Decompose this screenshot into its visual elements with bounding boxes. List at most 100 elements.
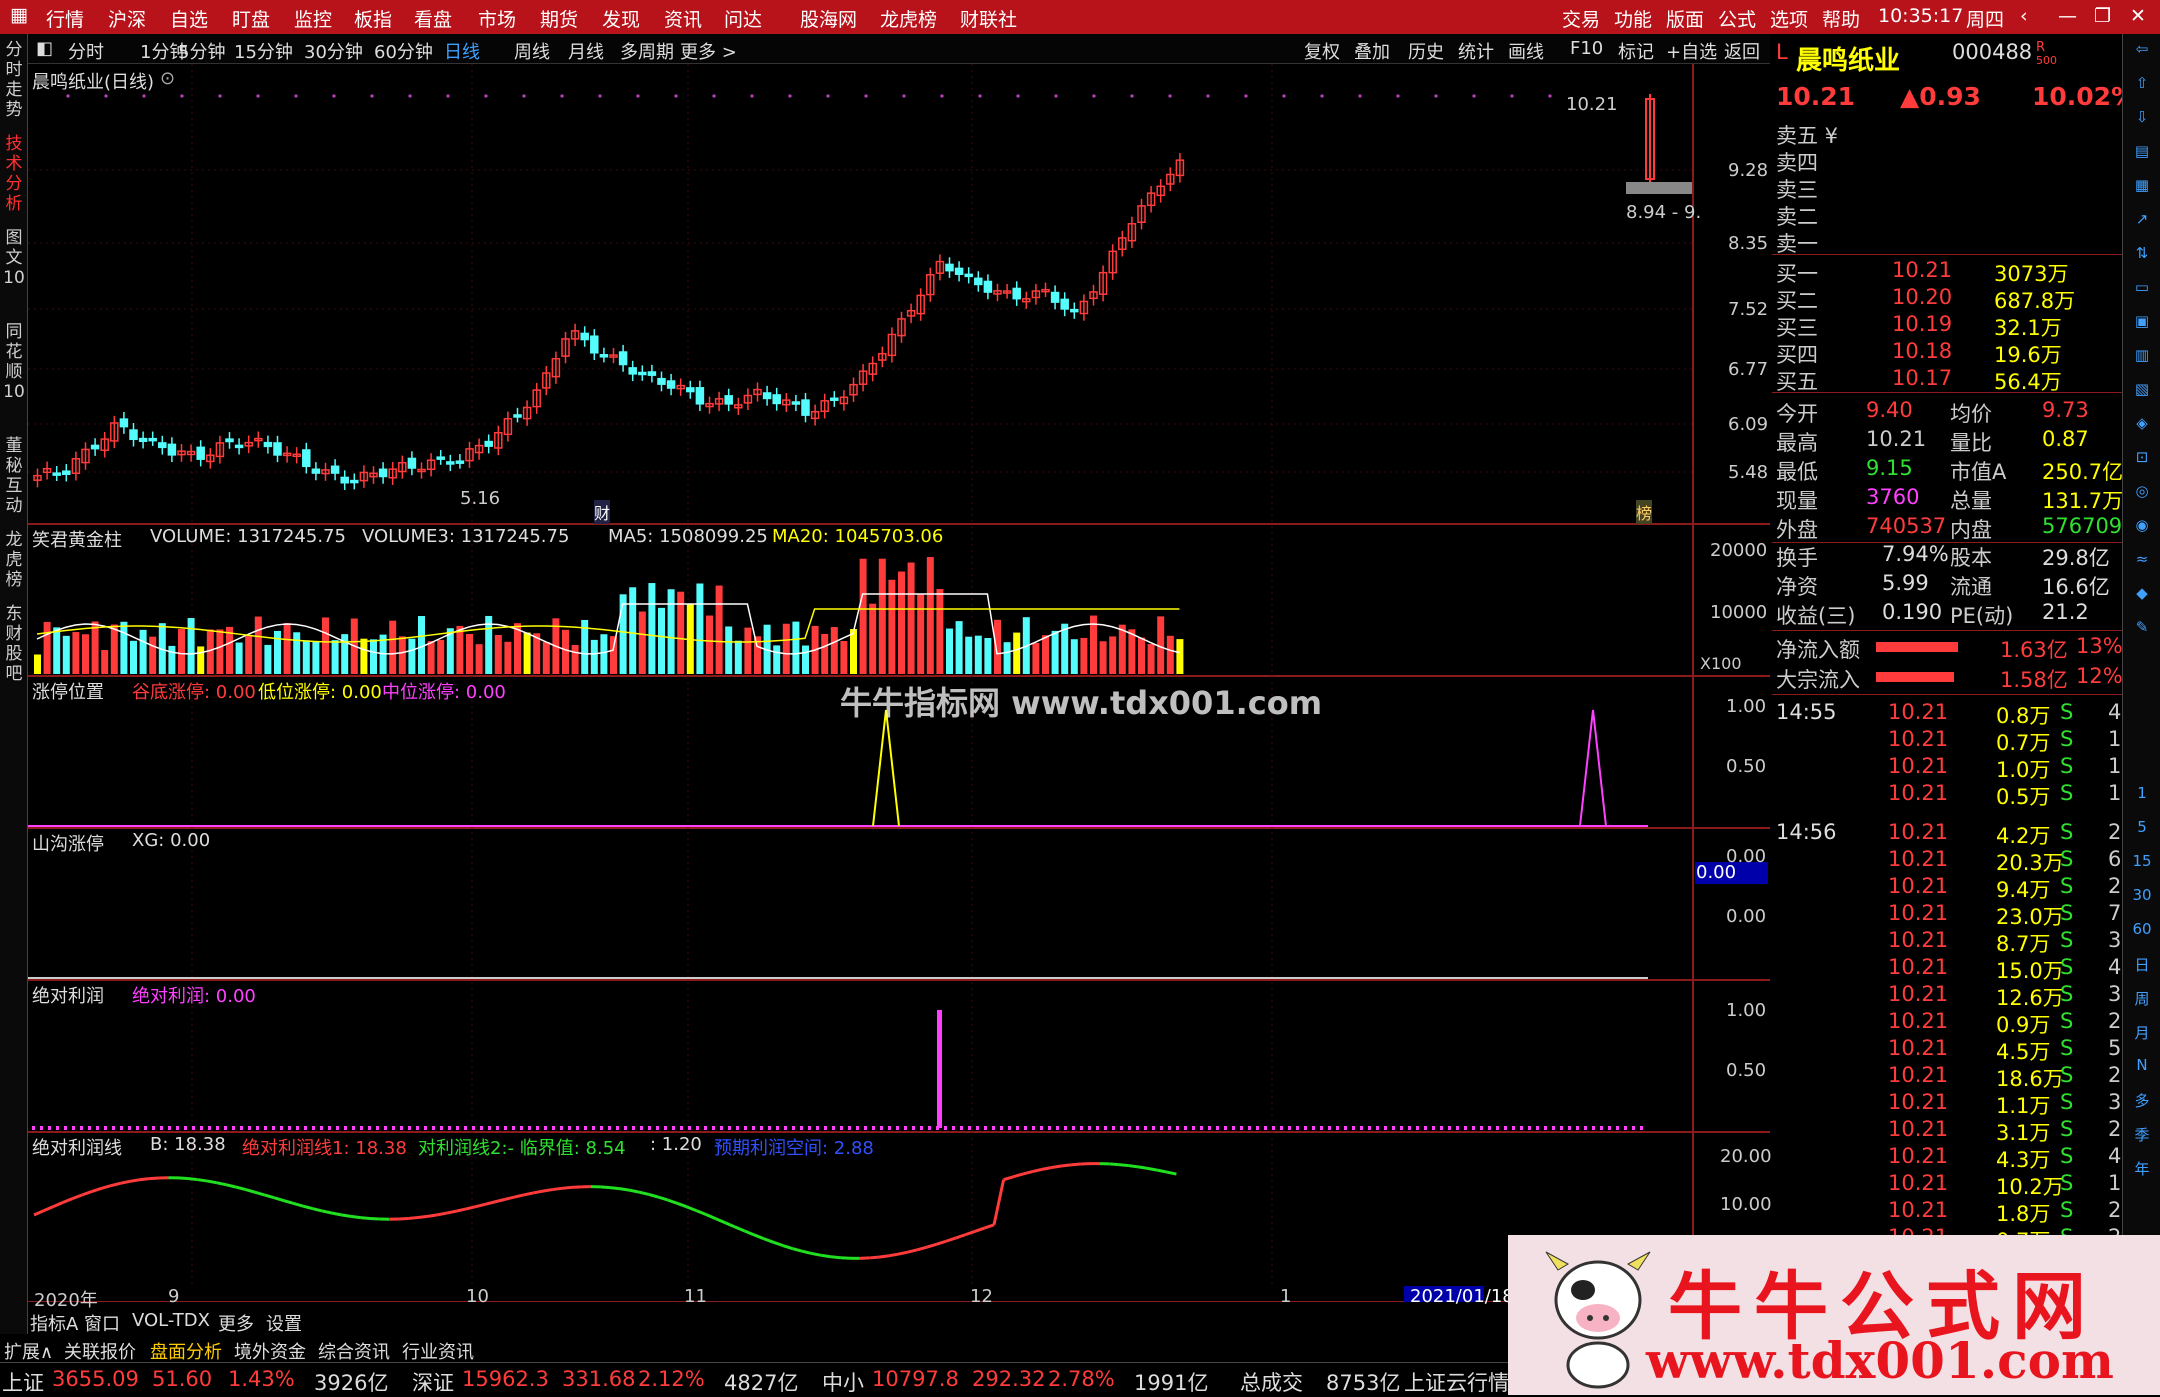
ext-tab-2[interactable]: 盘面分析: [150, 1338, 222, 1364]
menu-item-7[interactable]: 市场: [478, 5, 516, 32]
ext-tab-1[interactable]: 关联报价: [64, 1338, 136, 1364]
menu-item-1[interactable]: 沪深: [108, 5, 146, 32]
bottom-tab-3[interactable]: 更多: [218, 1310, 254, 1336]
tool-2[interactable]: 历史: [1408, 38, 1444, 64]
ticker-name-1[interactable]: 深证: [412, 1367, 454, 1397]
left-tab-0[interactable]: 分时走势: [2, 40, 26, 120]
period-btn-7[interactable]: 月: [2129, 1022, 2155, 1046]
menu-right-5[interactable]: 帮助: [1822, 5, 1860, 32]
side-tool-icon-15[interactable]: ≈: [2129, 550, 2155, 574]
bottom-tab-0[interactable]: 指标A: [30, 1310, 78, 1336]
timeframe-8[interactable]: 月线: [568, 38, 604, 64]
side-tool-icon-10[interactable]: ▧: [2129, 380, 2155, 404]
menu-right-1[interactable]: 功能: [1614, 5, 1652, 32]
menu-item-2[interactable]: 自选: [170, 5, 208, 32]
menu-right-2[interactable]: 版面: [1666, 5, 1704, 32]
side-tool-icon-4[interactable]: ▦: [2129, 176, 2155, 200]
menu-item-10[interactable]: 资讯: [664, 5, 702, 32]
menu-item-6[interactable]: 看盘: [414, 5, 452, 32]
timeframe-10[interactable]: 更多 >: [680, 38, 737, 64]
candle-body: [312, 469, 319, 473]
left-tab-6[interactable]: 东财股吧: [2, 604, 26, 684]
tool-4[interactable]: 画线: [1508, 38, 1544, 64]
timeframe-3[interactable]: 15分钟: [234, 38, 293, 64]
panel-toggle-icon[interactable]: ◧: [36, 38, 53, 59]
ext-tab-0[interactable]: 扩展∧: [4, 1338, 53, 1364]
back-icon[interactable]: ‹: [2020, 5, 2028, 27]
app-grid-icon[interactable]: ▦: [10, 4, 28, 26]
close-icon[interactable]: ✕: [2130, 5, 2146, 27]
left-tab-4[interactable]: 董秘互动: [2, 436, 26, 516]
ext-tab-4[interactable]: 综合资讯: [318, 1338, 390, 1364]
ticker-name-0[interactable]: 上证: [2, 1367, 44, 1397]
tool-7[interactable]: +自选: [1666, 38, 1717, 64]
period-btn-3[interactable]: 30: [2129, 886, 2155, 910]
side-tool-icon-9[interactable]: ▥: [2129, 346, 2155, 370]
period-btn-5[interactable]: 日: [2129, 954, 2155, 978]
timeframe-2[interactable]: 5分钟: [178, 38, 225, 64]
maximize-icon[interactable]: ❐: [2094, 5, 2111, 27]
menu-right-0[interactable]: 交易: [1562, 5, 1600, 32]
side-tool-icon-7[interactable]: ▭: [2129, 278, 2155, 302]
side-tool-icon-16[interactable]: ◆: [2129, 584, 2155, 608]
period-btn-8[interactable]: N: [2129, 1056, 2155, 1080]
menu-item-12[interactable]: 股海网: [800, 5, 857, 32]
menu-item-4[interactable]: 监控: [294, 5, 332, 32]
side-tool-icon-17[interactable]: ✎: [2129, 618, 2155, 642]
ext-tab-5[interactable]: 行业资讯: [402, 1338, 474, 1364]
side-tool-icon-3[interactable]: ▤: [2129, 142, 2155, 166]
period-btn-9[interactable]: 多: [2129, 1090, 2155, 1114]
bottom-tab-1[interactable]: 窗口: [84, 1310, 120, 1336]
side-tool-icon-6[interactable]: ⇅: [2129, 244, 2155, 268]
bid-row-3: 买四10.1819.6万: [1772, 337, 2122, 365]
jd-dot: [808, 1126, 811, 1130]
menu-item-9[interactable]: 发现: [602, 5, 640, 32]
tool-5[interactable]: F10: [1570, 38, 1603, 59]
menu-item-8[interactable]: 期货: [540, 5, 578, 32]
tool-8[interactable]: 返回: [1724, 38, 1760, 64]
side-tool-icon-11[interactable]: ◈: [2129, 414, 2155, 438]
timeframe-0[interactable]: 分时: [68, 38, 104, 64]
period-btn-1[interactable]: 5: [2129, 818, 2155, 842]
side-tool-icon-14[interactable]: ◉: [2129, 516, 2155, 540]
side-tool-icon-2[interactable]: ⇩: [2129, 108, 2155, 132]
timeframe-6[interactable]: 日线: [444, 38, 480, 64]
left-tab-2[interactable]: 图文10: [2, 228, 26, 288]
period-btn-0[interactable]: 1: [2129, 784, 2155, 808]
menu-right-3[interactable]: 公式: [1718, 5, 1756, 32]
timeframe-7[interactable]: 周线: [514, 38, 550, 64]
tool-1[interactable]: 叠加: [1354, 38, 1390, 64]
side-tool-icon-5[interactable]: ↗: [2129, 210, 2155, 234]
bottom-tab-2[interactable]: VOL-TDX: [132, 1310, 210, 1331]
side-tool-icon-8[interactable]: ▣: [2129, 312, 2155, 336]
tool-6[interactable]: 标记: [1618, 38, 1654, 64]
menu-item-14[interactable]: 财联社: [960, 5, 1017, 32]
tool-0[interactable]: 复权: [1304, 38, 1340, 64]
period-btn-10[interactable]: 季: [2129, 1124, 2155, 1148]
timeframe-4[interactable]: 30分钟: [304, 38, 363, 64]
side-tool-icon-1[interactable]: ⇧: [2129, 74, 2155, 98]
side-tool-icon-13[interactable]: ◎: [2129, 482, 2155, 506]
period-btn-4[interactable]: 60: [2129, 920, 2155, 944]
bottom-tab-4[interactable]: 设置: [266, 1310, 302, 1336]
tool-3[interactable]: 统计: [1458, 38, 1494, 64]
period-btn-2[interactable]: 15: [2129, 852, 2155, 876]
period-btn-6[interactable]: 周: [2129, 988, 2155, 1012]
menu-item-0[interactable]: 行情: [46, 5, 84, 32]
side-tool-icon-0[interactable]: ⇦: [2129, 40, 2155, 64]
menu-item-5[interactable]: 板指: [354, 5, 392, 32]
left-tab-3[interactable]: 同花顺10: [2, 322, 26, 402]
menu-right-4[interactable]: 选项: [1770, 5, 1808, 32]
ticker-name-2[interactable]: 中小: [822, 1367, 864, 1397]
left-tab-1[interactable]: 技术分析: [2, 134, 26, 214]
period-btn-11[interactable]: 年: [2129, 1158, 2155, 1182]
side-tool-icon-12[interactable]: ⊡: [2129, 448, 2155, 472]
ext-tab-3[interactable]: 境外资金: [234, 1338, 306, 1364]
timeframe-5[interactable]: 60分钟: [374, 38, 433, 64]
menu-item-13[interactable]: 龙虎榜: [880, 5, 937, 32]
left-tab-5[interactable]: 龙虎榜: [2, 530, 26, 590]
menu-item-3[interactable]: 盯盘: [232, 5, 270, 32]
timeframe-9[interactable]: 多周期: [620, 38, 674, 64]
minimize-icon[interactable]: —: [2058, 5, 2077, 27]
menu-item-11[interactable]: 问达: [724, 5, 762, 32]
